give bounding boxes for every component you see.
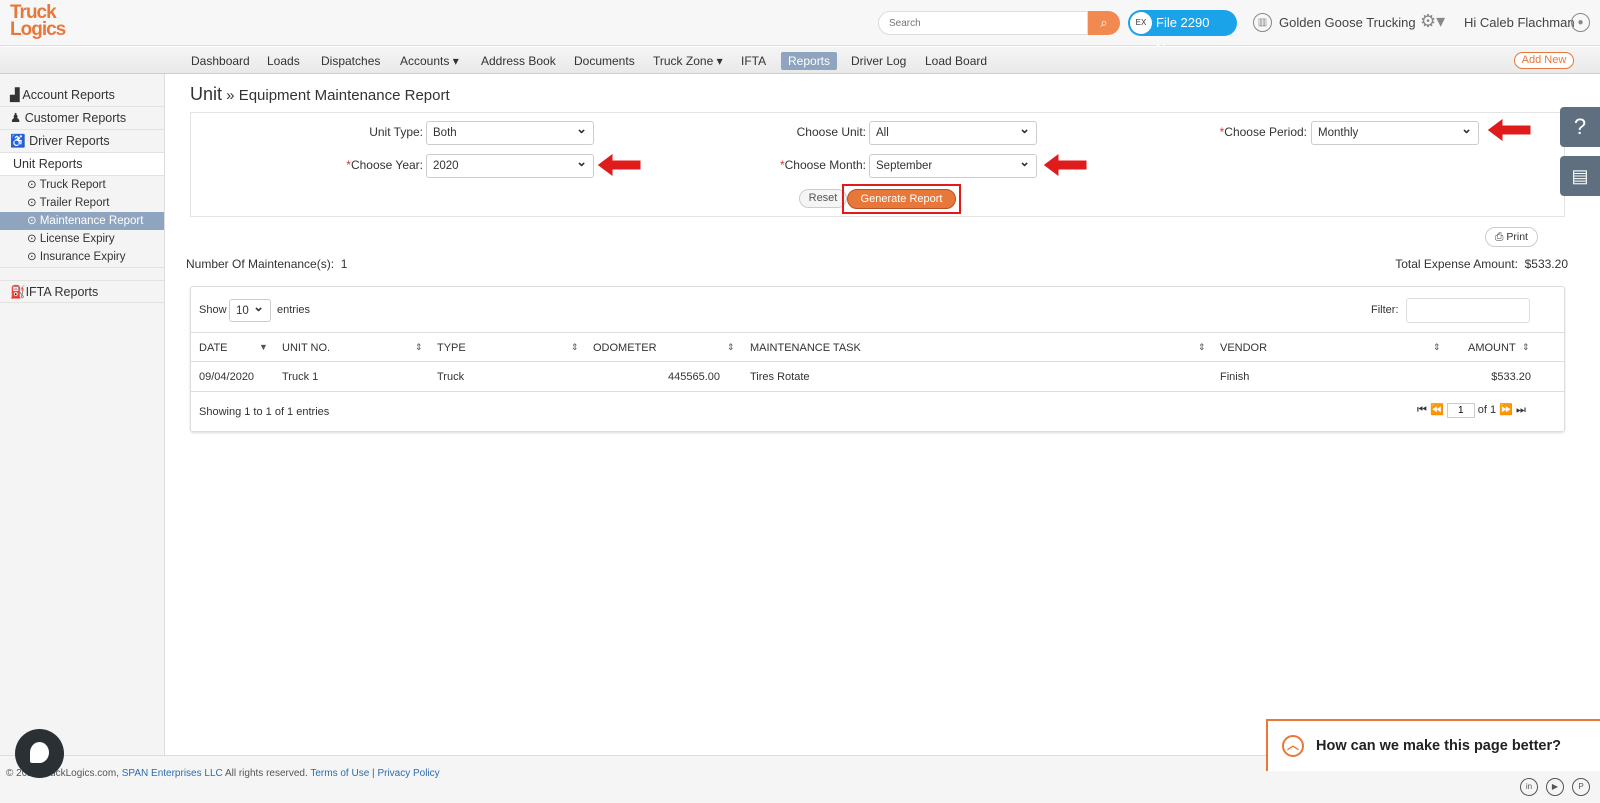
sidebar-customer-reports[interactable]: ♟ Customer Reports [0,107,164,130]
chart-icon: ▟ [10,88,20,102]
sidebar-driver-reports[interactable]: ♿ Driver Reports [0,130,164,153]
red-arrow-icon [1043,152,1088,178]
col-date[interactable]: Date [199,342,228,354]
sort-icon[interactable]: ⇕ [571,342,579,353]
pagination: ⏮ ⏪ of 1 ⏩ ⏭ [1417,403,1526,418]
col-unit-no[interactable]: Unit No. [282,342,330,354]
search-icon: ⌕ [1100,15,1108,30]
red-arrow-icon [1487,117,1532,143]
col-amount[interactable]: Amount [1468,342,1516,354]
sidebar-ifta-reports[interactable]: ⛽IFTA Reports [0,280,164,303]
table-header: Date ▼ Unit No. ⇕ Type ⇕ Odometer ⇕ Maintena… [191,332,1564,362]
unit-type-select[interactable]: Both [426,118,594,145]
sort-icon[interactable]: ⇕ [727,342,735,353]
table-info: Showing 1 to 1 of 1 entries [199,406,330,418]
sort-desc-icon[interactable]: ▼ [259,342,268,352]
fuel-icon: ⛽ [10,285,26,299]
last-page-icon[interactable]: ⏭ [1516,404,1526,416]
generate-report-button[interactable]: Generate Report [847,189,956,209]
first-page-icon[interactable]: ⏮ [1417,404,1427,416]
maintenance-table: Show 10 entries Filter: Date▼ Unit No.⇕ … [190,286,1565,432]
table-row[interactable]: 09/04/2020 Truck 1 Truck 445565.00 Tires… [191,362,1564,392]
nav-accounts[interactable]: Accounts ▾ [393,52,466,70]
sidebar-insurance-expiry[interactable]: ⊙ Insurance Expiry [0,248,164,268]
entries-select[interactable]: 10 [229,296,271,322]
sidebar-unit-reports[interactable]: Unit Reports [0,153,164,176]
header: TruckLogics ⌕ EXFile 2290 Now ▥ Golden G… [0,0,1600,56]
nav-truck-zone[interactable]: Truck Zone ▾ [646,52,730,70]
nav-ifta[interactable]: IFTA [734,52,773,70]
choose-unit-select[interactable]: All [869,118,1037,145]
red-arrow-icon [597,152,642,178]
col-type[interactable]: Type [437,342,466,354]
choose-month-label: *Choose Month: [779,158,866,172]
maintenance-count: Number Of Maintenance(s): 1 [186,257,348,271]
filter-input[interactable] [1406,298,1530,323]
choose-year-label: *Choose Year: [346,158,423,172]
terms-link[interactable]: Terms of Use [310,768,369,779]
choose-unit-label: Choose Unit: [796,125,866,139]
privacy-link[interactable]: Privacy Policy [377,768,439,779]
company-name[interactable]: Golden Goose Trucking [1279,15,1416,30]
total-expense: Total Expense Amount: $533.20 [1395,257,1568,271]
driver-icon: ♿ [10,134,26,148]
feedback-widget[interactable]: ︿ How can we make this page better? [1266,719,1600,771]
pinterest-icon[interactable]: P [1572,778,1590,796]
ex-icon: EX [1130,12,1152,34]
youtube-icon[interactable]: ▶ [1546,778,1564,796]
user-icon: ♟ [10,111,22,125]
file-2290-button[interactable]: EXFile 2290 Now [1128,10,1237,56]
nav-documents[interactable]: Documents [567,52,642,70]
filter-panel: Unit Type: Both Choose Unit: All *Choose… [190,112,1565,217]
printer-icon: ⎙ [1495,231,1504,243]
choose-year-select[interactable]: 2020 [426,151,594,178]
col-vendor[interactable]: Vendor [1220,342,1267,354]
nav-driver-log[interactable]: Driver Log [844,52,913,70]
sidebar-truck-report[interactable]: ⊙ Truck Report [0,176,164,194]
user-avatar-icon[interactable]: ● [1571,13,1590,32]
col-maintenance-task[interactable]: Maintenance Task [750,342,861,354]
search-button[interactable]: ⌕ [1088,11,1120,35]
nav-address-book[interactable]: Address Book [474,52,563,70]
gear-icon[interactable]: ⚙▾ [1420,11,1445,32]
user-greeting[interactable]: Hi Caleb Flachman [1464,15,1575,30]
generate-report-highlight: Generate Report [842,184,961,214]
nav-load-board[interactable]: Load Board [918,52,994,70]
sort-icon[interactable]: ⇕ [415,342,423,353]
report-history-icon[interactable]: ▤ [1560,156,1600,196]
choose-month-select[interactable]: September [869,151,1037,178]
truck-logics-logo[interactable]: Truck Logics [10,3,66,39]
search-input[interactable] [878,11,1088,35]
sort-icon[interactable]: ⇕ [1433,342,1441,353]
print-button[interactable]: ⎙ Print [1485,227,1538,247]
nav-reports[interactable]: Reports [781,52,838,70]
prev-page-icon[interactable]: ⏪ [1430,404,1444,416]
next-page-icon[interactable]: ⏩ [1499,404,1513,416]
choose-period-select[interactable]: Monthly [1311,118,1479,145]
sidebar: ▟ Account Reports ♟ Customer Reports ♿ D… [0,74,165,755]
sort-icon[interactable]: ⇕ [1198,342,1206,353]
building-icon: ▥ [1253,13,1272,32]
sidebar-account-reports[interactable]: ▟ Account Reports [0,84,164,107]
page-input[interactable] [1446,403,1475,418]
add-new-button[interactable]: Add New [1514,52,1574,69]
sidebar-maintenance-report[interactable]: ⊙ Maintenance Report [0,212,164,230]
help-icon[interactable]: ? [1560,107,1600,147]
span-link[interactable]: SPAN Enterprises LLC [122,768,223,779]
sidebar-license-expiry[interactable]: ⊙ License Expiry [0,230,164,248]
col-odometer[interactable]: Odometer [593,342,657,354]
sidebar-trailer-report[interactable]: ⊙ Trailer Report [0,194,164,212]
linkedin-icon[interactable]: in [1520,778,1538,796]
nav-dashboard[interactable]: Dashboard [184,52,257,70]
sort-icon[interactable]: ⇕ [1522,342,1530,353]
nav-dispatches[interactable]: Dispatches [314,52,387,70]
choose-period-label: *Choose Period: [1219,125,1307,139]
chat-bubble-icon[interactable] [15,729,64,778]
reset-button[interactable]: Reset [799,189,847,208]
main-nav: Dashboard Loads Dispatches Accounts ▾ Ad… [0,47,1600,74]
chevron-up-icon: ︿ [1282,735,1304,757]
unit-type-label: Unit Type: [369,125,423,139]
nav-loads[interactable]: Loads [260,52,307,70]
page-title: Unit » Equipment Maintenance Report [190,84,450,104]
